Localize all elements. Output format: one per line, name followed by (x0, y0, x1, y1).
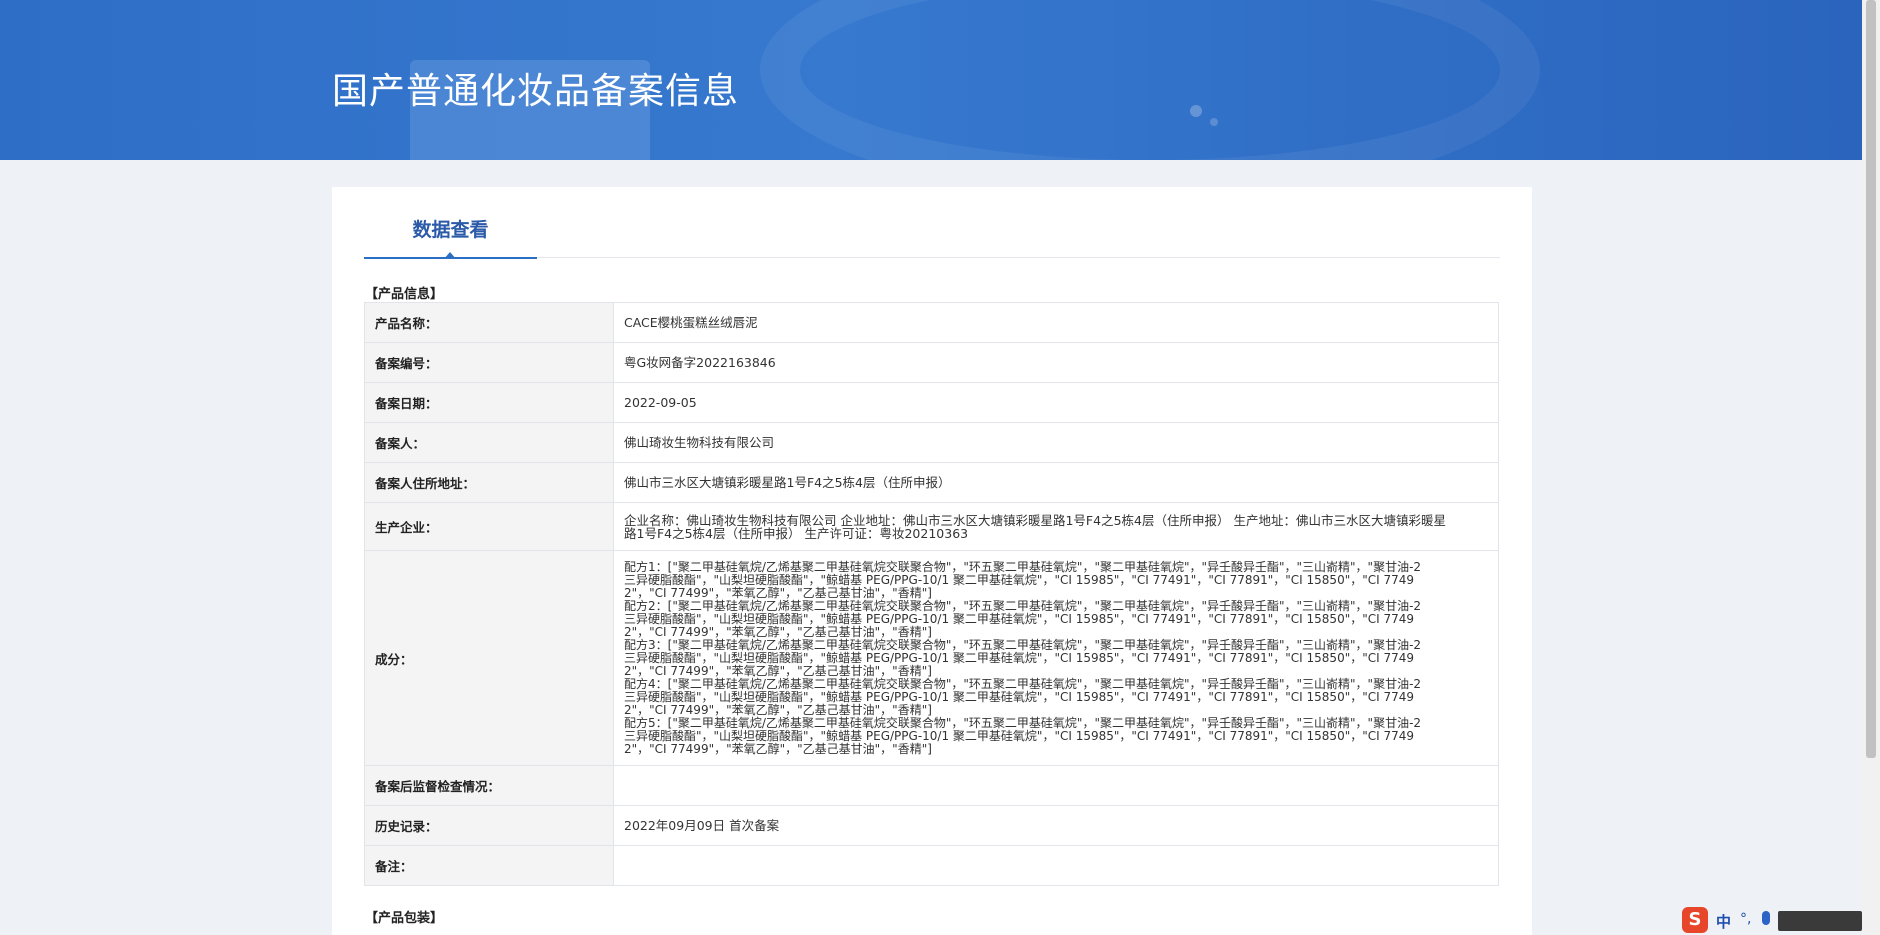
formula-item: 配方2：["聚二甲基硅氧烷/乙烯基聚二甲基硅氧烷交联聚合物"，"环五聚二甲基硅氧… (624, 598, 1422, 639)
table-row: 备案编号： 粤G妆网备字2022163846 (364, 342, 1499, 383)
row-label: 备注： (364, 845, 614, 886)
table-row: 备案人： 佛山琦妆生物科技有限公司 (364, 422, 1499, 463)
tab-label: 数据查看 (412, 219, 489, 241)
row-value: 粤G妆网备字2022163846 (613, 342, 1499, 383)
row-label: 备案人住所地址： (364, 462, 614, 503)
banner-decoration (1190, 105, 1202, 117)
tray-icons-group[interactable] (1778, 911, 1862, 931)
section-title-product-info: 【产品信息】 (365, 287, 444, 302)
section-title-product-packaging: 【产品包装】 (365, 911, 444, 926)
vertical-scrollbar[interactable] (1862, 0, 1880, 935)
banner-decoration (1210, 118, 1218, 126)
content-card: 数据查看 【产品信息】 产品名称： CACE樱桃蛋糕丝绒唇泥 备案编号： 粤G妆… (332, 187, 1532, 935)
row-value: 佛山市三水区大塘镇彩暖星路1号F4之5栋4层（住所申报） (613, 462, 1499, 503)
row-label: 成分： (364, 550, 614, 766)
ime-punctuation-toggle[interactable]: °, (1740, 911, 1751, 927)
formula-item: 配方4：["聚二甲基硅氧烷/乙烯基聚二甲基硅氧烷交联聚合物"，"环五聚二甲基硅氧… (624, 676, 1422, 717)
tab-bar: 数据查看 (364, 187, 1500, 259)
table-row: 备案人住所地址： 佛山市三水区大塘镇彩暖星路1号F4之5栋4层（住所申报） (364, 462, 1499, 503)
formula-item: 配方5：["聚二甲基硅氧烷/乙烯基聚二甲基硅氧烷交联聚合物"，"环五聚二甲基硅氧… (624, 715, 1422, 756)
row-label: 备案后监督检查情况： (364, 765, 614, 806)
ingredients-cell: 配方1：["聚二甲基硅氧烷/乙烯基聚二甲基硅氧烷交联聚合物"，"环五聚二甲基硅氧… (613, 550, 1499, 766)
row-label: 备案人： (364, 422, 614, 463)
table-row: 历史记录： 2022年09月09日 首次备案 (364, 805, 1499, 846)
row-label: 生产企业： (364, 502, 614, 551)
banner-decoration (760, 0, 1540, 160)
table-row: 成分： 配方1：["聚二甲基硅氧烷/乙烯基聚二甲基硅氧烷交联聚合物"，"环五聚二… (364, 550, 1499, 766)
row-label: 历史记录： (364, 805, 614, 846)
row-value (613, 765, 1499, 806)
row-value: 佛山琦妆生物科技有限公司 (613, 422, 1499, 463)
ime-logo-icon[interactable]: S (1682, 907, 1708, 933)
page-title: 国产普通化妆品备案信息 (332, 71, 740, 112)
row-value: 企业名称：佛山琦妆生物科技有限公司 企业地址：佛山市三水区大塘镇彩暖星路1号F4… (613, 502, 1499, 551)
table-row: 备注： (364, 845, 1499, 886)
row-label: 备案编号： (364, 342, 614, 383)
header-banner: 国产普通化妆品备案信息 (0, 0, 1862, 160)
scrollbar-thumb[interactable] (1866, 0, 1876, 758)
ime-language-toggle[interactable]: 中 (1716, 911, 1731, 932)
table-row: 备案后监督检查情况： (364, 765, 1499, 806)
formula-item: 配方1：["聚二甲基硅氧烷/乙烯基聚二甲基硅氧烷交联聚合物"，"环五聚二甲基硅氧… (624, 559, 1422, 600)
tab-data-view[interactable]: 数据查看 (364, 215, 537, 259)
row-label: 产品名称： (364, 302, 614, 343)
table-row: 备案日期： 2022-09-05 (364, 382, 1499, 423)
row-label: 备案日期： (364, 382, 614, 423)
tab-active-indicator (444, 252, 456, 259)
row-value: 2022年09月09日 首次备案 (613, 805, 1499, 846)
row-value: CACE樱桃蛋糕丝绒唇泥 (613, 302, 1499, 343)
row-value (613, 845, 1499, 886)
product-info-table: 产品名称： CACE樱桃蛋糕丝绒唇泥 备案编号： 粤G妆网备字202216384… (364, 302, 1499, 886)
microphone-icon[interactable] (1762, 911, 1770, 925)
row-value: 2022-09-05 (613, 382, 1499, 423)
ime-toolbar: S 中 °, (1682, 905, 1862, 935)
table-row: 产品名称： CACE樱桃蛋糕丝绒唇泥 (364, 302, 1499, 343)
formula-item: 配方3：["聚二甲基硅氧烷/乙烯基聚二甲基硅氧烷交联聚合物"，"环五聚二甲基硅氧… (624, 637, 1422, 678)
table-row: 生产企业： 企业名称：佛山琦妆生物科技有限公司 企业地址：佛山市三水区大塘镇彩暖… (364, 502, 1499, 551)
